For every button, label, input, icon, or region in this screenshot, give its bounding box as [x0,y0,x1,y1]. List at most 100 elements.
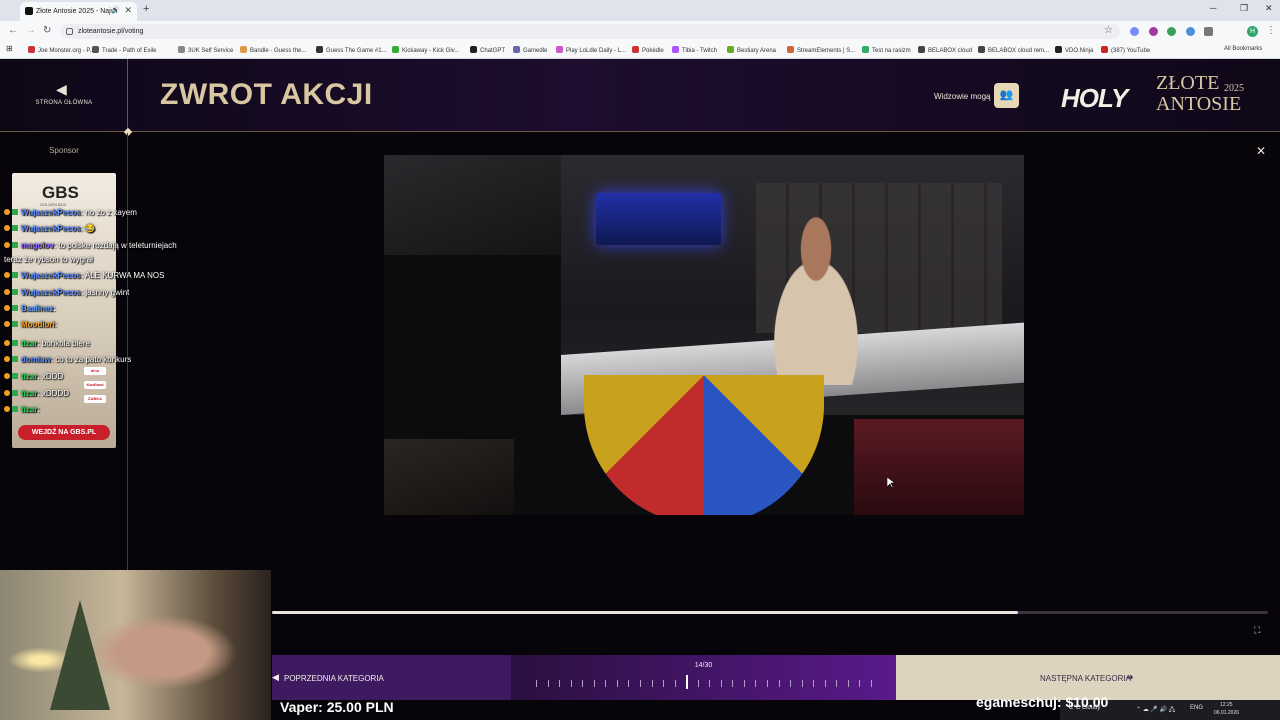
forward-icon[interactable]: → [26,25,36,36]
category-tick[interactable] [675,680,676,687]
bookmark-item[interactable]: Kickaway - Kick Giv... [392,46,459,54]
bookmark-item[interactable]: Tibia - Twitch [672,46,717,54]
video-player[interactable] [384,155,1024,515]
extension-icon[interactable] [1149,27,1158,36]
tray-icons[interactable]: ⌃ ☁ 🎤 🔊 🖧 [1136,705,1175,715]
all-bookmarks-button[interactable]: All Bookmarks [1224,46,1262,52]
chat-username[interactable]: tizar [21,389,37,398]
new-tab-icon[interactable]: + [143,3,149,15]
category-tick[interactable] [709,680,710,687]
clock-time[interactable]: 12:25 [1220,702,1233,708]
category-tick[interactable] [594,680,595,687]
category-tick[interactable] [559,680,560,687]
bookmark-item[interactable]: Play LoLdle Daily - L... [556,46,626,54]
chat-badge-icon [12,242,18,248]
bookmark-item[interactable]: Guess The Game #1... [316,46,387,54]
category-tick[interactable] [790,680,791,687]
bookmark-star-icon[interactable]: ☆ [1104,25,1113,36]
chat-username[interactable]: tizar [21,405,37,414]
bookmark-item[interactable]: Bandle - Guess the... [240,46,306,54]
category-tick[interactable] [605,680,606,687]
extension-icon[interactable] [1130,27,1139,36]
chat-username[interactable]: Moodlori [21,320,55,329]
chat-username[interactable]: Baalinez [21,304,53,313]
viewers-group-button[interactable]: 👥 [994,83,1019,108]
category-tick[interactable] [767,680,768,687]
chat-username[interactable]: tizar [21,339,37,348]
category-tick[interactable] [825,680,826,687]
fullscreen-icon[interactable]: ⛶ [1254,625,1260,636]
category-tick[interactable] [813,680,814,687]
bookmark-item[interactable]: ChatGPT [470,46,505,54]
category-tick[interactable] [802,680,803,687]
category-tick[interactable] [698,680,699,687]
menu-kebab-icon[interactable]: ⋮ [1266,25,1276,36]
category-tick-current[interactable] [686,675,688,689]
chat-username[interactable]: domiaw [21,355,51,364]
sponsor-sidebar: Sponsor GBS GOLDEN BOX dino Kaufland ŻAB… [0,133,128,570]
site-info-icon[interactable] [66,28,73,35]
bookmark-item[interactable]: BELABOX cloud rem... [978,46,1049,54]
category-tick[interactable] [779,680,780,687]
bookmark-item[interactable]: Joe Monster.org - P... [28,46,95,54]
browser-tab[interactable]: Złote Antosie 2025 - Najwi 🔊 ✕ [20,2,137,21]
category-tick[interactable] [871,680,872,687]
chat-username[interactable]: WujaszekPecos [21,224,81,233]
bookmark-item[interactable]: VDO.Ninja [1055,46,1093,54]
close-icon[interactable]: ✕ [1256,144,1266,158]
chat-username[interactable]: WujaszekPecos [21,208,81,217]
category-tick[interactable] [732,680,733,687]
category-tick[interactable] [744,680,745,687]
extension-icon[interactable] [1167,27,1176,36]
bookmark-item[interactable]: BELABOX cloud [918,46,972,54]
maximize-icon[interactable]: ❐ [1240,3,1248,14]
category-tick[interactable] [755,680,756,687]
apps-grid-icon[interactable]: ⊞ [6,44,13,53]
category-tick[interactable] [640,680,641,687]
category-tick[interactable] [836,680,837,687]
video-progress-bar[interactable] [272,611,1268,614]
donation-alert: Vaper: 25.00 PLN [280,699,394,715]
bookmark-item[interactable]: Bestiary Arena [727,46,776,54]
category-tick[interactable] [617,680,618,687]
bookmark-item[interactable]: Pokédle [632,46,664,54]
category-tick[interactable] [652,680,653,687]
extension-icon[interactable] [1186,27,1195,36]
bookmark-item[interactable]: Trade - Path of Exile [92,46,156,54]
category-tick[interactable] [721,680,722,687]
clock-date[interactable]: 06.01.2026 [1214,710,1239,716]
back-icon[interactable]: ← [8,25,18,36]
bookmark-item[interactable]: (387) YouTube [1101,46,1150,54]
category-tick[interactable] [859,680,860,687]
chat-username[interactable]: magolov [21,241,54,250]
category-tick[interactable] [848,680,849,687]
chat-username[interactable]: tizar [21,372,37,381]
bookmark-item[interactable]: Gamedle [513,46,547,54]
chat-badge-icon [4,289,10,295]
category-tick[interactable] [548,680,549,687]
category-tick[interactable] [628,680,629,687]
reload-icon[interactable]: ↻ [43,25,51,36]
category-tick[interactable] [663,680,664,687]
bookmark-item[interactable]: Test na rasizm [862,46,911,54]
bookmark-item[interactable]: StreamElements | S... [787,46,855,54]
category-tick[interactable] [536,680,537,687]
minimize-icon[interactable]: ─ [1210,3,1216,13]
extensions-puzzle-icon[interactable] [1204,27,1213,36]
previous-category-button[interactable]: ◀ POPRZEDNIA KATEGORIA [272,655,511,700]
speaker-icon[interactable]: 🔊 [111,6,120,14]
video-progress-fill [272,611,1018,614]
banner-cta-button[interactable]: WEJDŹ NA GBS.PL [18,425,110,440]
bookmark-item[interactable]: 3UK Self Service [178,46,233,54]
category-tick[interactable] [571,680,572,687]
chat-username[interactable]: WujaszekPecos [21,271,81,280]
close-tab-icon[interactable]: ✕ [124,5,132,16]
language-indicator[interactable]: ENG [1190,705,1203,711]
close-window-icon[interactable]: ✕ [1265,3,1273,14]
home-button[interactable]: ◀ STRONA GŁÓWNA [0,59,128,132]
chat-username[interactable]: WujaszekPecos [21,288,81,297]
chat-message: Baalinez: [4,304,56,313]
address-bar[interactable]: zloteantosie.pl/voting [60,24,1120,39]
profile-avatar[interactable]: H [1247,26,1258,37]
category-tick[interactable] [582,680,583,687]
